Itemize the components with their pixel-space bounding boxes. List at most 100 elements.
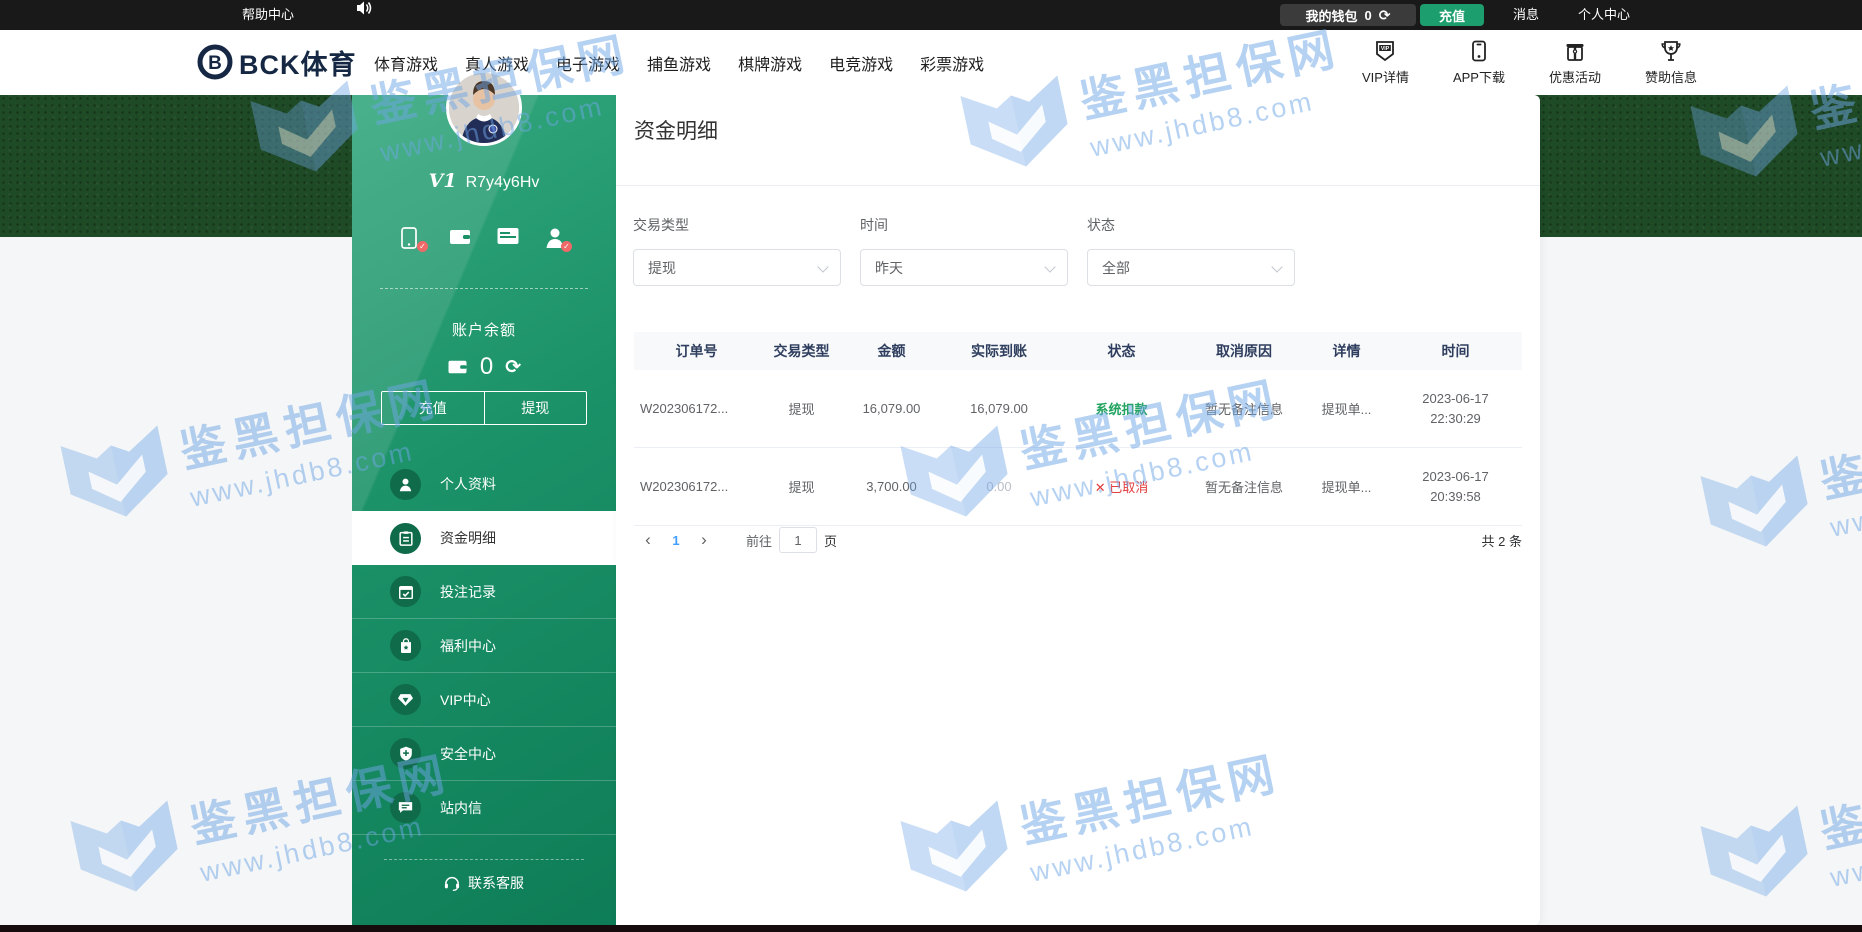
cell-type: 提现 xyxy=(759,399,844,418)
sidebar-item-label: 站内信 xyxy=(440,798,482,818)
sidebar-item-label: 投注记录 xyxy=(440,582,496,602)
prev-page-button[interactable]: ‹ xyxy=(634,530,662,550)
sidebar-withdraw-button[interactable]: 提现 xyxy=(485,392,587,424)
sidebar-item-label: VIP中心 xyxy=(440,690,491,710)
topbar-recharge-button[interactable]: 充值 xyxy=(1420,4,1484,26)
user-icon xyxy=(390,469,421,500)
wallet-balance: 0 xyxy=(1365,8,1372,23)
app-download-link[interactable]: APP下载 xyxy=(1453,39,1505,86)
wallet-icon xyxy=(447,358,468,376)
filter-label: 时间 xyxy=(860,215,1068,235)
goto-page-input[interactable] xyxy=(779,527,817,553)
chevron-down-icon xyxy=(1044,261,1055,272)
filter-select[interactable]: 昨天 xyxy=(860,249,1068,286)
quick-link-label: 赞助信息 xyxy=(1645,67,1697,86)
cell-status: 系统扣款 xyxy=(1059,399,1184,418)
cell-cancel-reason: 暂无备注信息 xyxy=(1184,399,1304,418)
balance-value: 0 xyxy=(480,353,493,381)
filters: 交易类型 提现 时间 昨天 状态 xyxy=(633,215,1295,286)
nav-item[interactable]: 电竞游戏 xyxy=(829,51,893,75)
page-suffix: 页 xyxy=(824,531,837,550)
cell-amount: 16,079.00 xyxy=(844,401,939,416)
nav-item[interactable]: 体育游戏 xyxy=(374,51,438,75)
page-number-1[interactable]: 1 xyxy=(662,533,690,548)
profile-link[interactable]: 个人中心 xyxy=(1578,0,1630,30)
cell-cancel-reason: 暂无备注信息 xyxy=(1184,477,1304,496)
table-header-cell: 时间 xyxy=(1389,341,1522,361)
person-verified-icon[interactable]: ✓ xyxy=(545,227,567,249)
cell-detail-link[interactable]: 提现单... xyxy=(1304,399,1389,418)
cell-amount: 3,700.00 xyxy=(844,479,939,494)
sidebar-item-funds[interactable]: 资金明细 xyxy=(352,511,616,565)
nav-item[interactable]: 电子游戏 xyxy=(556,51,620,75)
sidebar-item-messages[interactable]: 站内信 xyxy=(352,781,616,835)
security-icon xyxy=(390,738,421,769)
watermark: 鉴黑担保网www.jhdb8.com xyxy=(1694,741,1862,919)
sidebar-item-profile[interactable]: 个人资料 xyxy=(352,457,616,511)
sidebar-item-vip-center[interactable]: VIP中心 xyxy=(352,673,616,727)
messages-link[interactable]: 消息 xyxy=(1513,0,1539,30)
vip-details-link[interactable]: VIP VIP详情 xyxy=(1362,39,1409,86)
navbar: B BCK体育 体育游戏真人游戏电子游戏捕鱼游戏棋牌游戏电竞游戏彩票游戏 VIP… xyxy=(0,30,1862,95)
sidebar-item-security[interactable]: 安全中心 xyxy=(352,727,616,781)
check-badge-icon: ✓ xyxy=(561,241,572,252)
help-center-link[interactable]: 帮助中心 xyxy=(242,0,294,30)
bet-record-icon xyxy=(390,576,421,607)
funds-table: 订单号交易类型金额实际到账状态取消原因详情时间 W202306172... 提现… xyxy=(634,332,1522,526)
sidebar-recharge-button[interactable]: 充值 xyxy=(382,392,485,424)
filter-select[interactable]: 提现 xyxy=(633,249,841,286)
table-row[interactable]: W202306172... 提现 3,700.00 0.00 ✕ 已取消 暂无备… xyxy=(634,448,1522,526)
filter-label: 交易类型 xyxy=(633,215,841,235)
filter-group: 状态 全部 xyxy=(1087,215,1295,286)
username: R7y4y6Hv xyxy=(466,174,540,191)
refresh-icon[interactable]: ⟳ xyxy=(1379,7,1391,24)
bankcard-icon[interactable] xyxy=(497,227,519,249)
promotions-link[interactable]: 优惠活动 xyxy=(1549,39,1601,86)
cell-detail-link[interactable]: 提现单... xyxy=(1304,477,1389,496)
cell-type: 提现 xyxy=(759,477,844,496)
wallet-icon[interactable] xyxy=(449,227,471,249)
cell-actual: 16,079.00 xyxy=(939,401,1059,416)
filter-selected-value: 全部 xyxy=(1102,258,1130,278)
sidebar-item-label: 安全中心 xyxy=(440,744,496,764)
cell-order-no: W202306172... xyxy=(634,479,759,494)
quick-link-label: 优惠活动 xyxy=(1549,67,1601,86)
cell-time-line: 22:30:29 xyxy=(1389,409,1522,429)
divider xyxy=(616,185,1540,186)
sidebar-item-label: 资金明细 xyxy=(440,528,496,548)
chevron-down-icon xyxy=(1271,261,1282,272)
contact-service-link[interactable]: 联系客服 xyxy=(444,873,524,893)
sidebar-item-welfare[interactable]: 福利中心 xyxy=(352,619,616,673)
next-page-button[interactable]: › xyxy=(690,530,718,550)
filter-label: 状态 xyxy=(1087,215,1295,235)
refresh-balance-icon[interactable]: ⟳ xyxy=(505,356,521,379)
nav-item[interactable]: 彩票游戏 xyxy=(920,51,984,75)
filter-select[interactable]: 全部 xyxy=(1087,249,1295,286)
table-row[interactable]: W202306172... 提现 16,079.00 16,079.00 系统扣… xyxy=(634,370,1522,448)
speaker-icon[interactable] xyxy=(356,0,373,30)
logo-icon: B xyxy=(195,42,235,82)
table-header-cell: 取消原因 xyxy=(1184,341,1304,361)
main-panel: 资金明细 交易类型 提现 时间 昨天 xyxy=(616,95,1540,925)
phone-verified-icon[interactable]: ✓ xyxy=(401,227,423,249)
my-wallet-button[interactable]: 我的钱包 0 ⟳ xyxy=(1280,4,1416,26)
chevron-down-icon xyxy=(817,261,828,272)
sponsor-info-link[interactable]: 赞助信息 xyxy=(1645,39,1697,86)
welfare-icon xyxy=(390,630,421,661)
avatar[interactable] xyxy=(446,70,522,146)
nav-item[interactable]: 棋牌游戏 xyxy=(738,51,802,75)
table-header-row: 订单号交易类型金额实际到账状态取消原因详情时间 xyxy=(634,332,1522,370)
funds-icon xyxy=(390,523,421,554)
site-logo[interactable]: B BCK体育 xyxy=(195,42,357,82)
quick-link-label: VIP详情 xyxy=(1362,67,1409,86)
sidebar-item-bet-records[interactable]: 投注记录 xyxy=(352,565,616,619)
wallet-label: 我的钱包 xyxy=(1306,6,1358,25)
balance-row: 0 ⟳ xyxy=(352,353,616,381)
quick-links: VIP VIP详情 APP下载 优惠活动 xyxy=(1362,30,1697,95)
cell-date-line: 2023-06-17 xyxy=(1389,467,1522,487)
filter-selected-value: 昨天 xyxy=(875,258,903,278)
sidebar-menu: 个人资料 资金明细 投注记录 福利中心 xyxy=(352,457,616,835)
page: 帮助中心 我的钱包 0 ⟳ 充值 消息 个人中心 B BCK体育 体育游戏真人游… xyxy=(0,0,1862,932)
nav-item[interactable]: 捕鱼游戏 xyxy=(647,51,711,75)
check-badge-icon: ✓ xyxy=(417,241,428,252)
